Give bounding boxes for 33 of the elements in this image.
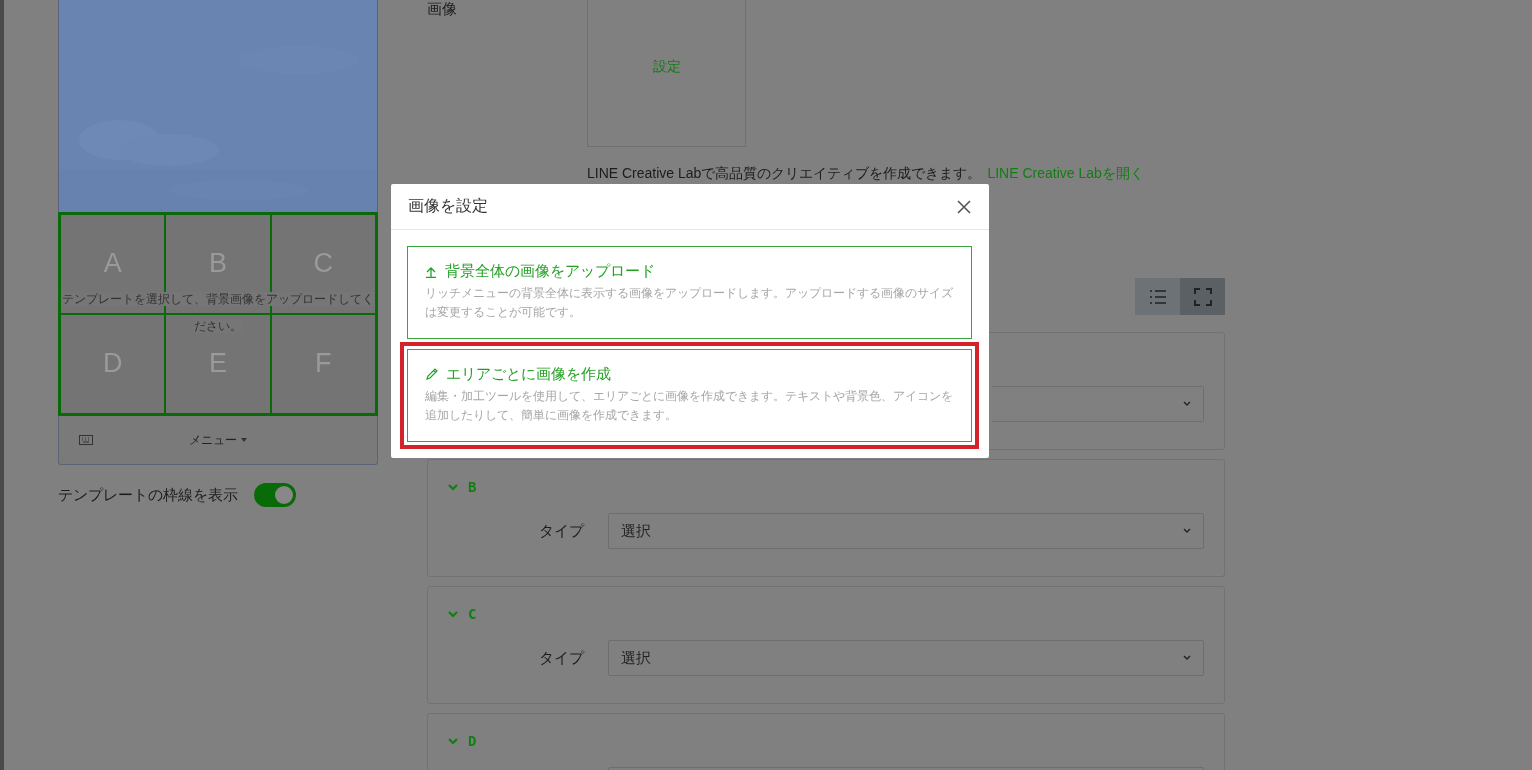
- option-description: リッチメニューの背景全体に表示する画像をアップロードします。アップロードする画像のサイズは変更することが可能です。: [425, 286, 954, 320]
- toggle-switch[interactable]: [254, 483, 296, 507]
- area-label: C: [468, 606, 477, 622]
- area-label: B: [468, 479, 477, 495]
- creative-lab-link[interactable]: LINE Creative Labを開く: [987, 165, 1144, 183]
- pencil-icon: [425, 368, 438, 381]
- type-select[interactable]: 選択: [608, 640, 1204, 676]
- upload-icon: [425, 265, 437, 278]
- image-set-button[interactable]: 設定: [587, 0, 746, 147]
- dialog-title: 画像を設定: [408, 196, 488, 216]
- fullscreen-icon: [1193, 287, 1212, 306]
- type-label: タイプ: [538, 521, 586, 541]
- option-title: エリアごとに画像を作成: [446, 365, 611, 384]
- keyboard-icon: [79, 435, 93, 445]
- list-view-button[interactable]: [1135, 278, 1180, 315]
- area-label: D: [468, 733, 477, 749]
- type-select[interactable]: 選択: [608, 513, 1204, 549]
- toggle-label: テンプレートの枠線を表示: [58, 485, 238, 505]
- chevron-down-icon: [1183, 401, 1191, 407]
- option-card[interactable]: エリアごとに画像を作成 編集・加工ツールを使用して、エリアごとに画像を作成できます。テキストや背景色、アイコンを追加したりして、簡単に画像を作成できます。: [400, 342, 979, 449]
- option-description: 編集・加工ツールを使用して、エリアごとに画像を作成できます。テキストや背景色、アイコンを追加したりして、簡単に画像を作成できます。: [425, 389, 954, 423]
- caret-icon: [241, 438, 247, 442]
- option-title: 背景全体の画像をアップロード: [445, 262, 655, 281]
- fullscreen-view-button[interactable]: [1180, 278, 1225, 315]
- type-label: タイプ: [538, 648, 586, 668]
- close-button[interactable]: [956, 198, 972, 215]
- chevron-down-icon: [1183, 655, 1191, 661]
- chevron-down-icon: [1183, 528, 1191, 534]
- list-icon: [1149, 289, 1166, 304]
- menu-dropdown[interactable]: メニュー: [189, 431, 247, 449]
- close-icon: [956, 198, 972, 215]
- field-label: 画像: [427, 0, 458, 19]
- note-text: LINE Creative Labで高品質のクリエイティブを作成できます。: [587, 165, 982, 183]
